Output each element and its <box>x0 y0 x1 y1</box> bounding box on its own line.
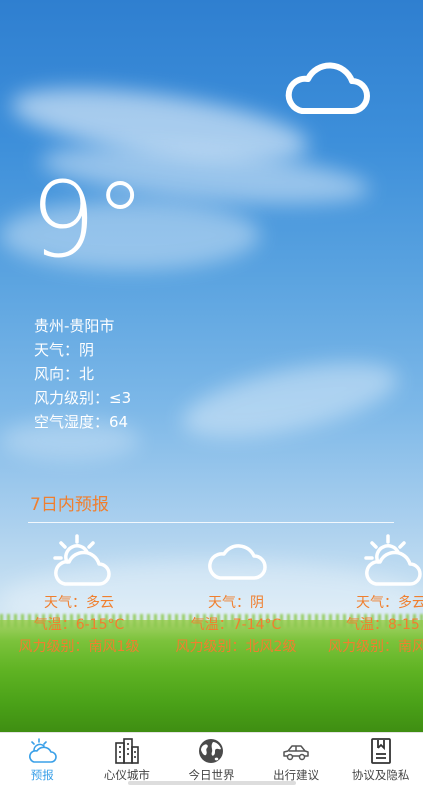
current-info: 贵州-贵阳市 天气：阴 风向：北 风力级别：≤3 空气湿度：64 <box>34 314 131 434</box>
tab-travel[interactable]: 出行建议 <box>254 733 339 786</box>
weather-screen: 9° 贵州-贵阳市 天气：阴 风向：北 风力级别：≤3 空气湿度：64 7日内预… <box>0 0 423 786</box>
day-wind: 风力级别：北风2级 <box>175 639 297 655</box>
partly-cloudy-icon <box>53 534 111 586</box>
car-icon <box>283 745 309 761</box>
forecast-day-1[interactable]: 天气：多云 气温：6-15°C 风力级别：南风1级 <box>4 532 154 658</box>
home-indicator <box>128 781 296 785</box>
day-wind: 风力级别：南风 <box>328 639 423 655</box>
day-temp: 气温：7-14°C <box>190 617 282 633</box>
bottom-tab-bar: 预报 心仪城市 今日世界 出行建议 协议及隐私 <box>0 732 423 786</box>
forecast-icon <box>29 738 58 763</box>
forecast-title: 7日内预报 <box>30 495 109 515</box>
forecast-day-2[interactable]: 天气：阴 气温：7-14°C 风力级别：北风2级 <box>161 532 311 658</box>
day-weather: 天气：多云 <box>44 595 114 611</box>
day-temp: 气温：6-15°C <box>33 617 125 633</box>
tab-agreement-label: 协议及隐私 <box>351 768 410 782</box>
tab-forecast[interactable]: 预报 <box>0 733 85 786</box>
day-temp: 气温：8-15 <box>346 617 420 633</box>
cloudy-icon <box>285 62 370 114</box>
humidity-label: 空气湿度：64 <box>34 413 129 431</box>
day-weather: 天气：多云 <box>356 595 423 611</box>
sky-cloud <box>176 347 404 453</box>
forecast-day-3[interactable]: 天气：多云 气温：8-15 风力级别：南风 <box>318 532 423 658</box>
tab-world[interactable]: 今日世界 <box>169 733 254 786</box>
location-label: 贵州-贵阳市 <box>34 317 115 335</box>
tab-forecast-label: 预报 <box>30 768 54 782</box>
globe-icon <box>199 739 224 763</box>
tab-agreement[interactable]: 协议及隐私 <box>338 733 423 786</box>
partly-cloudy-icon <box>364 534 422 586</box>
cloudy-icon <box>208 544 267 580</box>
weather-label: 天气：阴 <box>34 341 95 359</box>
day-wind: 风力级别：南风1级 <box>18 639 140 655</box>
wind-level-label: 风力级别：≤3 <box>34 389 132 407</box>
forecast-divider <box>28 522 394 523</box>
document-icon <box>370 738 391 764</box>
wind-direction-label: 风向：北 <box>34 365 95 383</box>
current-temperature: 9° <box>30 159 146 281</box>
day-weather: 天气：阴 <box>208 595 264 611</box>
city-icon <box>115 738 139 764</box>
tab-city[interactable]: 心仪城市 <box>85 733 170 786</box>
